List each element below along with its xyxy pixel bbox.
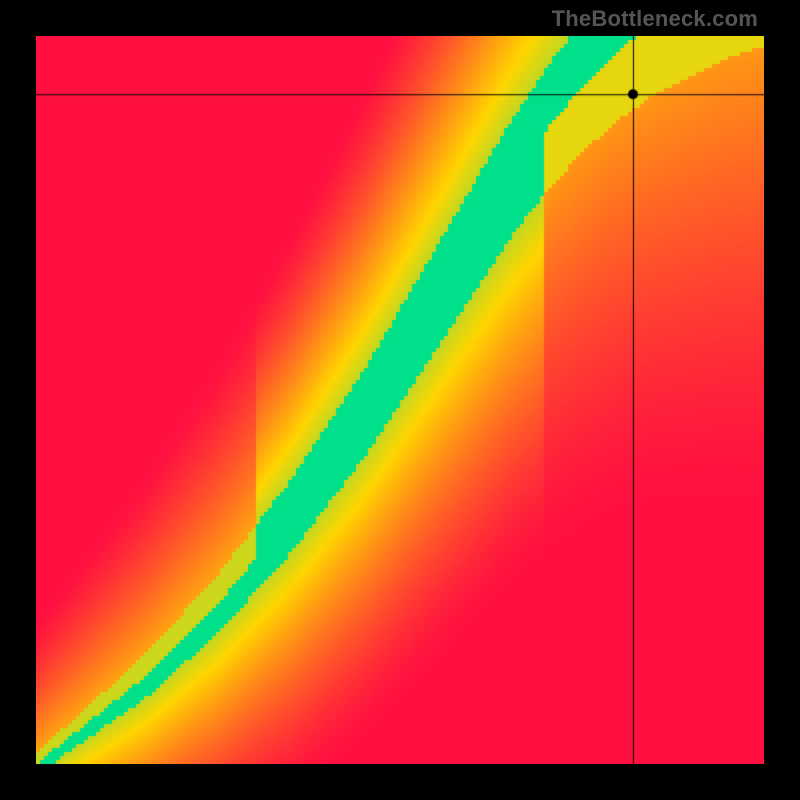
- heatmap-canvas: [36, 36, 764, 764]
- attribution-text: TheBottleneck.com: [552, 6, 758, 32]
- bottleneck-heatmap: [36, 36, 764, 764]
